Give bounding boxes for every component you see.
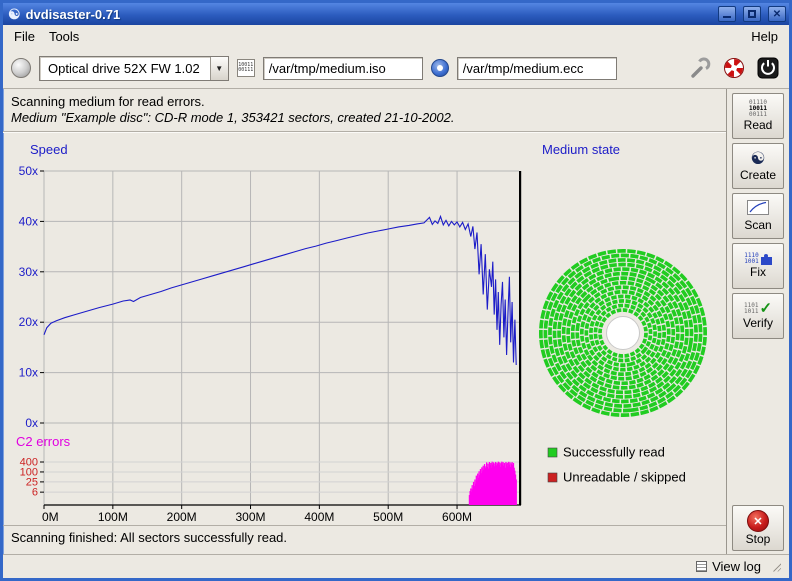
svg-text:100M: 100M [98,510,128,524]
close-button[interactable]: ✕ [768,6,786,22]
drive-select-value: Optical drive 52X FW 1.02 [40,57,210,80]
charts-svg: 0M 100M 200M 300M 400M 500M 600M 0x 10x 20x 30x 40x… [4,133,716,525]
svg-text:C2 errors: C2 errors [16,434,71,449]
verify-label: Verify [743,317,773,330]
puzzle-icon: 11101001 [744,253,771,265]
maximize-icon [748,10,756,18]
check-icon: 11011011 ✓ [744,302,772,316]
main-area: Scanning medium for read errors. Medium … [3,89,727,554]
create-button[interactable]: ☯ Create [732,143,784,189]
wrench-icon [689,57,711,79]
menu-tools[interactable]: Tools [42,27,86,46]
app-yinyang-icon: ☯ [8,7,21,21]
quit-button[interactable] [755,55,781,81]
svg-text:Unreadable / skipped: Unreadable / skipped [563,470,686,485]
fix-label: Fix [750,266,766,279]
log-bar: View log [3,554,789,578]
app-window: ☯ dvdisaster-0.71 ✕ File Tools Help Opti… [0,0,792,581]
svg-text:Medium state: Medium state [542,142,620,157]
ecc-file-icon [431,59,449,77]
iso-bits-line2: 00111 [238,68,253,73]
lifebuoy-icon [723,57,745,79]
minimize-button[interactable] [718,6,736,22]
iso-path-input[interactable] [263,57,423,80]
dropdown-arrow-icon: ▼ [210,57,228,80]
view-log-button[interactable]: View log [692,558,765,575]
scan-label: Scan [744,219,771,232]
window-title: dvdisaster-0.71 [26,7,711,22]
svg-text:400M: 400M [304,510,334,524]
ecc-path-input[interactable] [457,57,617,80]
stop-icon: ✕ [747,510,769,532]
titlebar[interactable]: ☯ dvdisaster-0.71 ✕ [3,3,789,25]
maximize-button[interactable] [743,6,761,22]
minimize-icon [723,11,731,18]
body: Scanning medium for read errors. Medium … [3,89,789,554]
yin-yang-icon: ☯ [750,150,765,168]
fix-button[interactable]: 11101001 Fix [732,243,784,289]
create-label: Create [740,169,776,182]
svg-text:300M: 300M [236,510,266,524]
read-label: Read [744,119,773,132]
svg-text:10x: 10x [19,366,38,380]
status-block: Scanning medium for read errors. Medium … [3,89,726,129]
svg-text:6: 6 [32,487,38,499]
svg-text:0x: 0x [25,416,38,430]
close-icon: ✕ [773,9,781,20]
svg-text:Successfully read: Successfully read [563,445,665,460]
stop-button[interactable]: ✕ Stop [732,505,784,551]
sidebar: 011101001100111 Read ☯ Create Scan [727,89,789,554]
iso-file-icon: 10011 00111 [237,59,255,77]
view-log-label: View log [712,559,761,574]
scan-button[interactable]: Scan [732,193,784,239]
verify-button[interactable]: 11011011 ✓ Verify [732,293,784,339]
svg-text:500M: 500M [373,510,403,524]
svg-text:40x: 40x [19,214,38,228]
svg-text:0M: 0M [42,510,59,524]
status-line1: Scanning medium for read errors. [11,94,718,110]
menu-help[interactable]: Help [744,27,785,46]
status-line2: Medium "Example disc": CD-R mode 1, 3534… [11,110,718,126]
help-button[interactable] [721,55,747,81]
power-icon [757,57,779,79]
drive-select[interactable]: Optical drive 52X FW 1.02 ▼ [39,56,229,81]
svg-text:600M: 600M [442,510,472,524]
scan-chart-icon [747,200,769,218]
binary-read-icon: 011101001100111 [749,100,767,118]
stop-label: Stop [746,533,771,546]
read-button[interactable]: 011101001100111 Read [732,93,784,139]
log-icon [696,561,707,572]
resize-grip-icon[interactable] [771,562,781,572]
preferences-button[interactable] [687,55,713,81]
menu-file[interactable]: File [7,27,42,46]
svg-text:50x: 50x [19,164,38,178]
drive-status-icon [11,58,31,78]
scan-status: Scanning finished: All sectors successfu… [3,525,726,554]
svg-text:200M: 200M [167,510,197,524]
toolbar: Optical drive 52X FW 1.02 ▼ 10011 00111 [3,48,789,89]
svg-text:30x: 30x [19,265,38,279]
svg-text:20x: 20x [19,315,38,329]
menubar: File Tools Help [3,25,789,48]
svg-text:Speed: Speed [30,142,68,157]
